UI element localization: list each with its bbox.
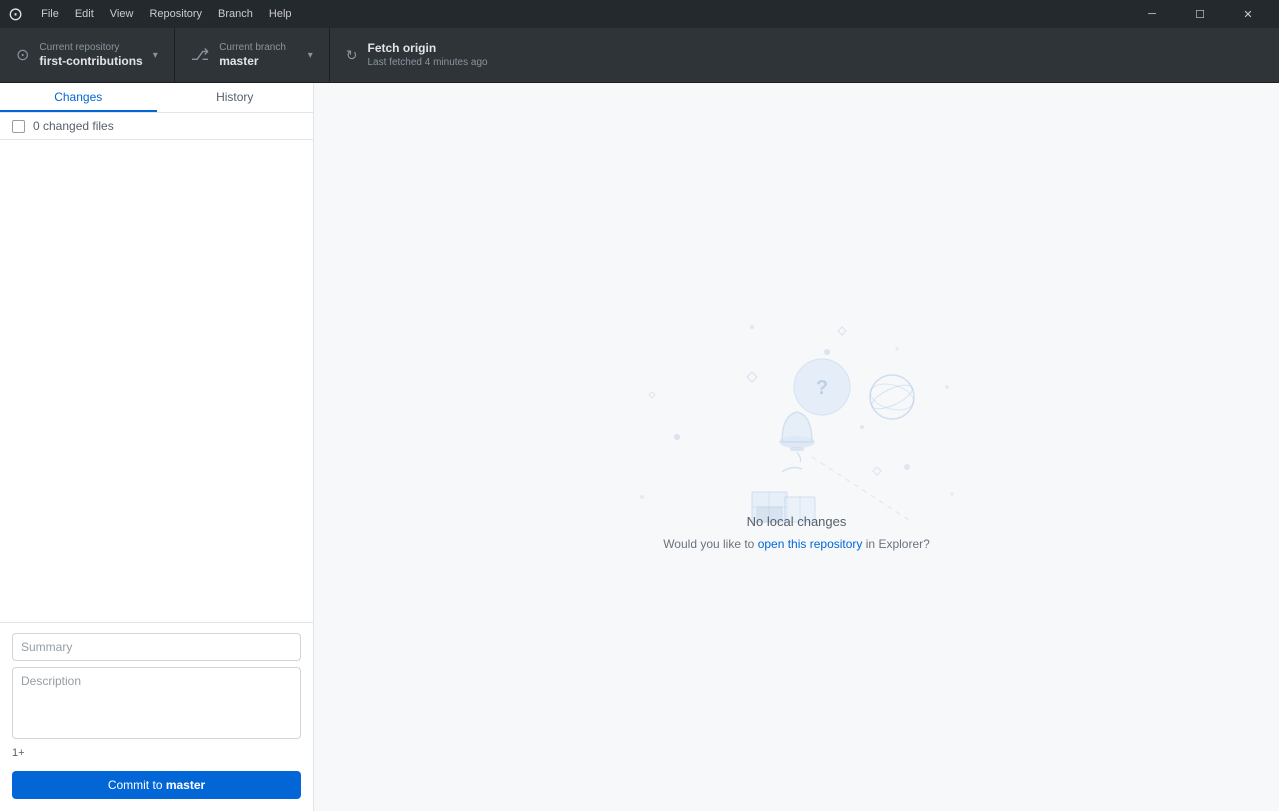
summary-input[interactable]	[12, 633, 301, 661]
empty-state-prefix: Would you like to	[663, 537, 758, 551]
empty-state-illustration: ?	[597, 297, 997, 597]
repo-icon: ⊙	[16, 45, 29, 65]
maximize-button[interactable]: ☐	[1177, 0, 1223, 28]
repo-name: first-contributions	[39, 54, 142, 70]
tab-changes[interactable]: Changes	[0, 83, 157, 112]
repo-label: Current repository	[39, 41, 142, 54]
description-input[interactable]	[12, 667, 301, 739]
menu-file[interactable]: File	[35, 6, 65, 22]
repo-chevron-icon: ▾	[153, 50, 158, 61]
select-all-checkbox[interactable]	[12, 120, 25, 133]
menu-edit[interactable]: Edit	[69, 6, 100, 22]
window-controls: ─ ☐ ✕	[1129, 0, 1271, 28]
changed-files-count: 0 changed files	[33, 119, 114, 133]
empty-state-suffix: in Explorer?	[862, 537, 929, 551]
main-layout: Changes History 0 changed files 1+ Commi…	[0, 83, 1279, 811]
branch-label: Current branch	[219, 41, 286, 54]
menu-bar: File Edit View Repository Branch Help	[35, 6, 297, 22]
fetch-text: Fetch origin Last fetched 4 minutes ago	[368, 41, 488, 70]
commit-area: 1+ Commit to master	[0, 622, 313, 811]
sidebar-tabs: Changes History	[0, 83, 313, 113]
menu-repository[interactable]: Repository	[143, 6, 208, 22]
fetch-title: Fetch origin	[368, 41, 488, 57]
current-branch-button[interactable]: ⎇ Current branch master ▾	[175, 28, 330, 82]
branch-chevron-icon: ▾	[308, 50, 313, 61]
open-repo-link[interactable]: open this repository	[758, 537, 863, 551]
content-area: ?	[314, 83, 1279, 811]
toolbar: ⊙ Current repository first-contributions…	[0, 28, 1279, 83]
coauthor-icon: 1+	[12, 747, 25, 759]
fetch-icon: ↻	[346, 47, 358, 64]
commit-branch: master	[166, 778, 205, 792]
changed-files-header: 0 changed files	[0, 113, 313, 140]
empty-state: No local changes Would you like to open …	[663, 514, 930, 551]
current-repo-button[interactable]: ⊙ Current repository first-contributions…	[0, 28, 175, 82]
title-bar: ⊙ File Edit View Repository Branch Help …	[0, 0, 1279, 28]
github-logo-icon: ⊙	[8, 4, 23, 25]
fetch-sub: Last fetched 4 minutes ago	[368, 56, 488, 69]
tab-history[interactable]: History	[157, 83, 314, 112]
minimize-button[interactable]: ─	[1129, 0, 1175, 28]
coauthor-button[interactable]: 1+	[12, 745, 301, 761]
repo-text: Current repository first-contributions	[39, 41, 142, 70]
menu-branch[interactable]: Branch	[212, 6, 259, 22]
sidebar: Changes History 0 changed files 1+ Commi…	[0, 83, 314, 811]
branch-name: master	[219, 54, 286, 70]
close-button[interactable]: ✕	[1225, 0, 1271, 28]
empty-state-title: No local changes	[747, 514, 847, 529]
fetch-origin-button[interactable]: ↻ Fetch origin Last fetched 4 minutes ag…	[330, 28, 562, 82]
branch-icon: ⎇	[191, 45, 209, 65]
empty-state-subtitle: Would you like to open this repository i…	[663, 537, 930, 551]
title-bar-left: ⊙ File Edit View Repository Branch Help	[8, 4, 298, 25]
commit-prefix: Commit to	[108, 778, 166, 792]
commit-button[interactable]: Commit to master	[12, 771, 301, 799]
svg-text:?: ?	[815, 377, 827, 399]
menu-view[interactable]: View	[104, 6, 140, 22]
branch-text: Current branch master	[219, 41, 286, 70]
file-list	[0, 140, 313, 622]
menu-help[interactable]: Help	[263, 6, 298, 22]
